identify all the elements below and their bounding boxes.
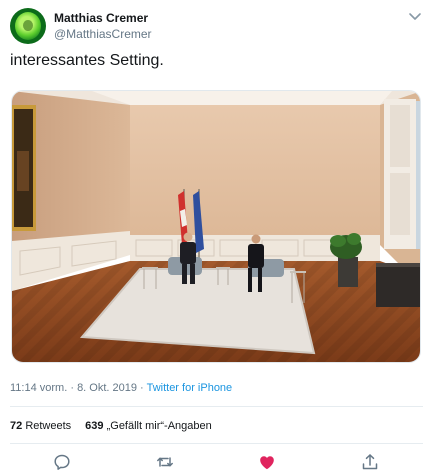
tweet-metadata: 11:14 vorm. · 8. Okt. 2019 · Twitter for… xyxy=(10,382,232,394)
retweets-stat[interactable]: 72 Retweets xyxy=(10,420,71,432)
user-display-name[interactable]: Matthias Cremer xyxy=(54,11,148,25)
tweet-actions xyxy=(10,450,423,474)
heart-icon[interactable] xyxy=(257,452,277,472)
user-handle[interactable]: @MatthiasCremer xyxy=(54,27,152,41)
likes-label: „Gefällt mir“-Angaben xyxy=(106,420,212,432)
tweet-source-link[interactable]: Twitter for iPhone xyxy=(147,382,233,394)
likes-count: 639 xyxy=(85,420,104,432)
meta-separator: · xyxy=(67,382,78,394)
likes-stat[interactable]: 639 „Gefällt mir“-Angaben xyxy=(85,420,212,432)
retweet-icon[interactable] xyxy=(155,452,175,472)
reply-icon[interactable] xyxy=(52,452,72,472)
tweet-text: interessantes Setting. xyxy=(10,52,164,69)
tweet-stats: 72 Retweets 639 „Gefällt mir“-Angaben xyxy=(10,420,212,432)
meta-separator: · xyxy=(137,382,147,394)
divider xyxy=(10,406,423,407)
tweet-photo[interactable] xyxy=(11,90,421,363)
photo-room-scene xyxy=(12,91,420,362)
share-icon[interactable] xyxy=(360,452,380,472)
avatar[interactable] xyxy=(10,8,46,44)
avatar-detail xyxy=(23,20,33,31)
retweets-label: Retweets xyxy=(25,420,72,432)
tweet-date[interactable]: 8. Okt. 2019 xyxy=(77,382,137,394)
tweet-time[interactable]: 11:14 vorm. xyxy=(10,382,67,394)
retweets-count: 72 xyxy=(10,420,23,432)
divider xyxy=(10,443,423,444)
tweet-header: Matthias Cremer @MatthiasCremer xyxy=(10,6,423,44)
chevron-down-icon[interactable] xyxy=(407,8,423,24)
